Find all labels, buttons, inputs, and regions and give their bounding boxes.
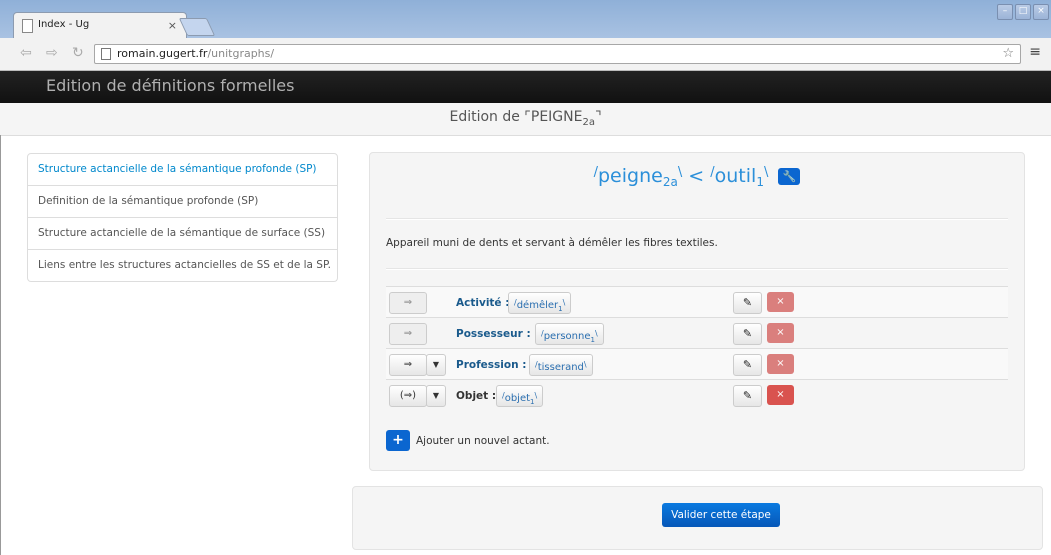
edit-pencil-icon[interactable]: ✎ bbox=[733, 385, 762, 407]
heading-left-sub: 2a bbox=[662, 175, 678, 189]
validate-step-button[interactable]: Valider cette étape bbox=[662, 503, 780, 527]
wrench-icon[interactable]: 🔧 bbox=[778, 168, 801, 185]
page-title: Edition de ⌜PEIGNE2a⌝ bbox=[0, 109, 1051, 128]
heading-right-word: outil bbox=[714, 165, 757, 187]
heading-right-sub: 1 bbox=[756, 175, 764, 189]
actant-value[interactable]: /personne1\ bbox=[535, 323, 604, 345]
nav-item-actantial-structure-ss[interactable]: Structure actancielle de la sémantique d… bbox=[27, 218, 338, 250]
maximize-icon[interactable]: □ bbox=[1015, 4, 1031, 20]
address-bar[interactable]: romain.gugert.fr/unitgraphs/ ☆ bbox=[94, 44, 1021, 64]
arrow-button[interactable]: ⇒ bbox=[389, 354, 427, 376]
actant-label: Objet : bbox=[456, 390, 497, 402]
actant-label: Possesseur : bbox=[456, 328, 531, 340]
actant-label: Profession : bbox=[456, 359, 527, 371]
edit-pencil-icon[interactable]: ✎ bbox=[733, 354, 762, 376]
heading-left-word: peigne bbox=[598, 165, 663, 187]
nav-item-actantial-structure-sp[interactable]: Structure actancielle de la sémantique p… bbox=[27, 153, 338, 186]
browser-tab[interactable]: Index - Ug × bbox=[13, 12, 187, 39]
definition-heading: /peigne2a\ < /outil1\ 🔧 bbox=[369, 165, 1025, 189]
page-favicon-icon bbox=[22, 19, 33, 33]
menu-icon[interactable]: ≡ bbox=[1029, 44, 1041, 60]
nav-item-definition-sp[interactable]: Definition de la sémantique profonde (SP… bbox=[27, 186, 338, 218]
forward-arrow-icon[interactable]: ⇨ bbox=[46, 45, 58, 61]
arrow-button[interactable]: ⇒ bbox=[389, 292, 427, 314]
url-text: romain.gugert.fr/unitgraphs/ bbox=[117, 47, 274, 60]
title-lexie: PEIGNE bbox=[530, 109, 583, 125]
left-border bbox=[0, 135, 1, 555]
arrow-button[interactable]: (⇒) bbox=[389, 385, 427, 407]
table-row: ⇒ Possesseur : /personne1\ ✎ × bbox=[386, 317, 1008, 349]
step-nav: Structure actancielle de la sémantique p… bbox=[27, 153, 338, 282]
delete-icon[interactable]: × bbox=[767, 385, 794, 405]
tab-close-icon[interactable]: × bbox=[168, 19, 177, 32]
edit-pencil-icon[interactable]: ✎ bbox=[733, 292, 762, 314]
actant-value[interactable]: /objet1\ bbox=[496, 385, 544, 407]
caret-down-icon[interactable]: ▼ bbox=[426, 354, 446, 376]
definition-text: Appareil muni de dents et servant à démê… bbox=[386, 237, 718, 249]
minimize-icon[interactable]: – bbox=[997, 4, 1013, 20]
back-arrow-icon[interactable]: ⇦ bbox=[20, 45, 32, 61]
delete-icon[interactable]: × bbox=[767, 292, 794, 312]
table-row: ⇒ ▼ Profession : /tisserand\ ✎ × bbox=[386, 348, 1008, 380]
add-actant-label: Ajouter un nouvel actant. bbox=[416, 435, 550, 447]
title-lexie-sub: 2a bbox=[582, 116, 595, 128]
url-host: romain.gugert.fr bbox=[117, 47, 208, 60]
heading-operator: < bbox=[688, 165, 705, 187]
tab-title: Index - Ug bbox=[38, 19, 90, 30]
table-row: (⇒) ▼ Objet : /objet1\ ✎ × bbox=[386, 379, 1008, 411]
add-actant-button[interactable]: + bbox=[386, 430, 410, 451]
reload-icon[interactable]: ↻ bbox=[72, 45, 84, 61]
actant-label: Activité : bbox=[456, 297, 510, 309]
browser-toolbar: ⇦ ⇨ ↻ romain.gugert.fr/unitgraphs/ ☆ bbox=[0, 38, 1051, 71]
delete-icon[interactable]: × bbox=[767, 354, 794, 374]
actant-value[interactable]: /tisserand\ bbox=[529, 354, 593, 376]
url-path: /unitgraphs/ bbox=[207, 47, 275, 60]
caret-down-icon[interactable]: ▼ bbox=[426, 385, 446, 407]
page-icon bbox=[101, 48, 111, 60]
arrow-button[interactable]: ⇒ bbox=[389, 323, 427, 345]
brand-title[interactable]: Edition de définitions formelles bbox=[46, 76, 294, 95]
title-close-quote: ⌝ bbox=[594, 109, 602, 125]
delete-icon[interactable]: × bbox=[767, 323, 794, 343]
window-controls: – □ × bbox=[997, 4, 1049, 20]
edit-pencil-icon[interactable]: ✎ bbox=[733, 323, 762, 345]
star-icon[interactable]: ☆ bbox=[1002, 46, 1014, 61]
nav-item-links-ss-sp[interactable]: Liens entre les structures actancielles … bbox=[27, 250, 338, 282]
title-prefix: Edition de bbox=[449, 109, 525, 125]
divider bbox=[386, 268, 1008, 270]
actant-value[interactable]: /démêler1\ bbox=[508, 292, 572, 314]
table-row: ⇒ Activité : /démêler1\ ✎ × bbox=[386, 286, 1008, 318]
close-window-icon[interactable]: × bbox=[1033, 4, 1049, 20]
divider bbox=[386, 218, 1008, 220]
